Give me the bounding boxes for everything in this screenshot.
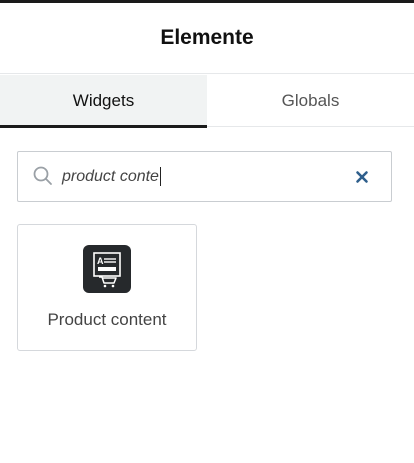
search-field[interactable]: product conte	[62, 167, 353, 186]
panel-title: Elemente	[160, 26, 254, 49]
clear-icon[interactable]	[353, 168, 371, 186]
product-content-glyph: A	[93, 252, 121, 288]
tab-bar: Widgets Globals	[0, 75, 414, 128]
panel-header: Elemente	[0, 3, 414, 74]
search-input[interactable]: product conte	[17, 151, 392, 202]
tab-globals-label: Globals	[281, 91, 340, 110]
tab-widgets[interactable]: Widgets	[0, 75, 207, 128]
search-value: product conte	[62, 167, 159, 185]
product-content-icon: A	[83, 245, 131, 293]
text-caret	[159, 167, 161, 186]
widget-label: Product content	[47, 310, 167, 329]
tab-globals[interactable]: Globals	[207, 75, 414, 127]
svg-text:A: A	[97, 256, 104, 266]
elements-panel: Elemente Widgets Globals product conte A	[0, 0, 414, 463]
search-icon	[33, 166, 52, 185]
tab-widgets-label: Widgets	[72, 91, 135, 110]
widget-product-content[interactable]: A Product content	[17, 224, 197, 351]
